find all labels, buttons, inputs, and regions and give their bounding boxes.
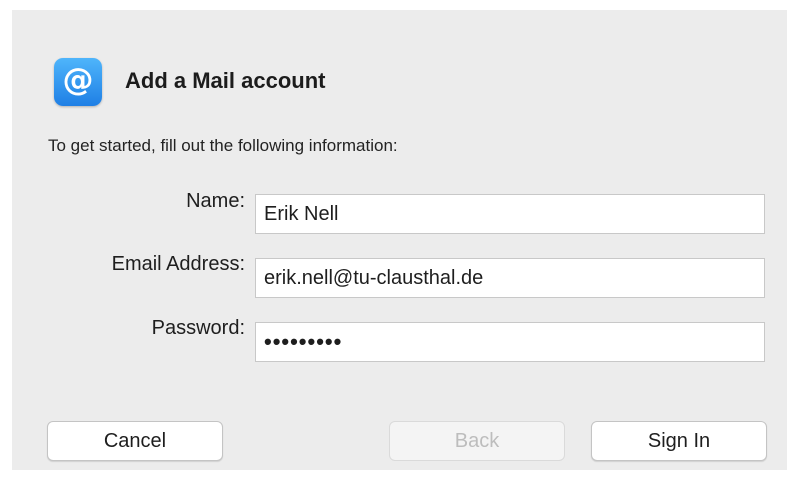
back-button[interactable]: Back	[389, 421, 565, 461]
name-label: Name:	[186, 190, 245, 212]
email-field[interactable]: erik.nell@tu-clausthal.de	[255, 258, 765, 298]
password-label: Password:	[151, 317, 245, 339]
at-sign-glyph: @	[62, 62, 94, 98]
add-mail-account-dialog: @ Add a Mail account To get started, fil…	[12, 10, 787, 470]
password-field[interactable]: •••••••••	[255, 322, 765, 362]
name-field[interactable]: Erik Nell	[255, 194, 765, 234]
intro-text: To get started, fill out the following i…	[48, 136, 398, 155]
mail-at-icon: @	[54, 58, 102, 106]
dialog-title: Add a Mail account	[125, 68, 326, 93]
sign-in-button[interactable]: Sign In	[591, 421, 767, 461]
cancel-button[interactable]: Cancel	[47, 421, 223, 461]
email-label: Email Address:	[111, 253, 245, 275]
